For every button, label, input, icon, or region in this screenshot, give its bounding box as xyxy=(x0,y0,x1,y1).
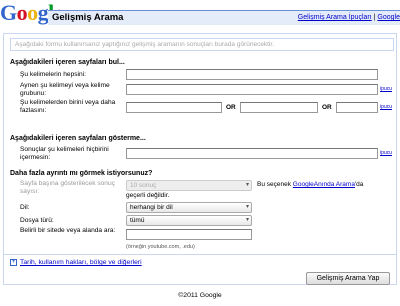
results-per-page-label: Sayfa başına gösterilecek sonuç sayısı: xyxy=(20,180,115,195)
file-type-label: Dosya türü: xyxy=(20,217,54,224)
more-options-heading: Daha fazla ayrıntı mı görmek istiyorsunu… xyxy=(10,170,153,177)
chevron-down-icon: ▾ xyxy=(245,217,249,223)
more-options-link[interactable]: Tarih, kullanım hakları, bölge ve diğerl… xyxy=(20,259,142,266)
logo-letter: o xyxy=(27,0,38,25)
all-words-label: Şu kelimelerin hepsini: xyxy=(20,71,86,78)
site-domain-label: Belirli bir sitede veya alanda ara: xyxy=(20,227,116,234)
any-words-input-3[interactable] xyxy=(336,102,378,113)
find-pages-heading: Aşağıdakileri içeren sayfaları bul... xyxy=(10,59,125,66)
or-separator: OR xyxy=(322,104,332,111)
exclude-tip-link[interactable]: ipucu xyxy=(380,150,392,156)
advanced-search-form: Aşağıdaki formu kullanırsanız yaptığınız… xyxy=(3,33,397,285)
instant-note-suffix: 'da xyxy=(354,181,364,188)
instant-note-prefix: Bu seçenek xyxy=(257,181,293,188)
logo-letter: o xyxy=(16,0,28,25)
exact-phrase-label: Aynen şu kelimeyi veya kelime grubunu: xyxy=(20,82,110,97)
expand-plus-icon[interactable]: + xyxy=(10,259,17,266)
advanced-search-button[interactable]: Gelişmiş Arama Yap xyxy=(306,272,390,285)
results-per-page-select[interactable]: 10 sonuç ▾ xyxy=(126,180,252,191)
link-separator: | xyxy=(373,14,376,21)
divider xyxy=(4,254,396,255)
all-words-input[interactable] xyxy=(126,69,378,80)
file-type-value: tümü xyxy=(130,217,145,224)
google-instant-link[interactable]: GoogleAnında Arama xyxy=(293,181,355,188)
file-type-select[interactable]: tümü ▾ xyxy=(126,215,252,226)
instant-note-line2: geçerli değildir. xyxy=(126,192,170,199)
site-example-hint: (örneğin youtube.com, .edu) xyxy=(126,244,195,250)
logo-letter: G xyxy=(0,0,17,25)
any-words-label: Şu kelimelerden birini veya daha fazlası… xyxy=(20,99,116,114)
chevron-down-icon: ▾ xyxy=(245,182,249,188)
exclude-words-label: Sonuçlar şu kelimeleri hiçbirini içermes… xyxy=(20,146,109,161)
site-domain-input[interactable] xyxy=(126,229,252,240)
any-words-tip-link[interactable]: ipucu xyxy=(380,104,392,110)
exact-phrase-tip-link[interactable]: ipucu xyxy=(380,86,392,92)
exclude-words-input[interactable] xyxy=(126,148,378,159)
header-links: Gelişmiş Arama İpuçları | Google xyxy=(298,14,400,21)
advanced-search-tips-link[interactable]: Gelişmiş Arama İpuçları xyxy=(298,14,372,21)
page-title: Gelişmiş Arama xyxy=(52,12,124,23)
exclude-heading: Aşağıdakileri içeren sayfaları gösterme.… xyxy=(10,135,146,142)
language-label: Dil: xyxy=(20,204,30,211)
footer-copyright: ©2011 Google xyxy=(178,292,222,299)
title-bar: Gelişmiş Arama Gelişmiş Arama İpuçları |… xyxy=(48,10,400,25)
any-words-input-1[interactable] xyxy=(126,102,222,113)
search-preview-box: Aşağıdaki formu kullanırsanız yaptığınız… xyxy=(10,38,394,51)
any-words-input-2[interactable] xyxy=(240,102,318,113)
or-separator: OR xyxy=(226,104,236,111)
language-select[interactable]: herhangi bir dil ▾ xyxy=(126,202,252,213)
exact-phrase-input[interactable] xyxy=(126,84,378,95)
logo-letter: g xyxy=(37,0,49,25)
instant-note: Bu seçenek GoogleAnında Arama'da xyxy=(257,181,363,188)
results-per-page-value: 10 sonuç xyxy=(130,182,157,189)
language-value: herhangi bir dil xyxy=(130,204,173,211)
chevron-down-icon: ▾ xyxy=(245,204,249,210)
about-google-link[interactable]: Google xyxy=(377,14,400,21)
